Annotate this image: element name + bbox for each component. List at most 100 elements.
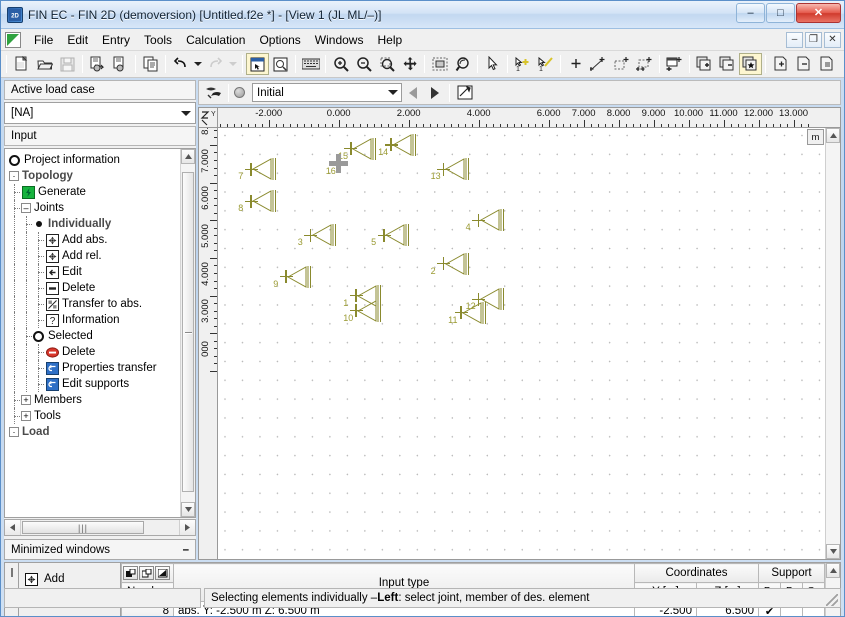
scroll-track-top[interactable]: [181, 164, 195, 172]
stage-select[interactable]: Initial: [252, 83, 402, 102]
tree-item-project-information[interactable]: Project information: [9, 152, 180, 168]
add-member-icon[interactable]: 1: [534, 53, 557, 75]
hscroll-thumb[interactable]: |||: [22, 521, 144, 534]
minimize-button[interactable]: –: [736, 3, 765, 23]
redo-icon[interactable]: [204, 53, 227, 75]
sheet-edit-icon[interactable]: [815, 53, 838, 75]
tree-item-generate[interactable]: Generate: [9, 184, 180, 200]
pointer-icon[interactable]: [481, 53, 504, 75]
multi-point-icon[interactable]: [633, 53, 656, 75]
mdi-minimize-button[interactable]: –: [786, 31, 803, 48]
expand-box-icon[interactable]: ·: [9, 427, 19, 437]
tree-item-tools[interactable]: + Tools: [9, 408, 180, 424]
mdi-restore-button[interactable]: ❐: [805, 31, 822, 48]
table-scroll-up-button[interactable]: [826, 563, 840, 578]
load-case-select[interactable]: [NA]: [4, 102, 196, 124]
next-arrow-icon[interactable]: [424, 83, 446, 103]
select-all-icon[interactable]: [123, 566, 138, 580]
tree-vertical-scrollbar[interactable]: [180, 149, 195, 517]
close-button[interactable]: ✕: [796, 3, 841, 23]
add-button[interactable]: Add: [24, 568, 120, 590]
tree-item-joints[interactable]: – Joints: [9, 200, 180, 216]
tree-item-members[interactable]: + Members: [9, 392, 180, 408]
canvas-scroll-track[interactable]: [826, 143, 840, 544]
scroll-down-button[interactable]: [181, 502, 195, 517]
import-icon[interactable]: [86, 53, 109, 75]
undo-dropdown-icon[interactable]: [192, 53, 204, 75]
menu-entry[interactable]: Entry: [95, 31, 137, 49]
menu-help[interactable]: Help: [370, 31, 409, 49]
expand-box-icon[interactable]: +: [21, 395, 31, 405]
mdi-close-button[interactable]: ✕: [824, 31, 841, 48]
layer-remove-icon[interactable]: [716, 53, 739, 75]
tree-item-load[interactable]: · Load: [9, 424, 180, 440]
canvas-scroll-down-button[interactable]: [826, 544, 840, 559]
tree-item-add-rel[interactable]: Add rel.: [9, 248, 180, 264]
canvas-scroll-up-button[interactable]: [826, 128, 840, 143]
menu-tools[interactable]: Tools: [137, 31, 179, 49]
zoom-window-icon[interactable]: [375, 53, 398, 75]
view-settings-icon[interactable]: [453, 82, 476, 104]
layer-active-icon[interactable]: [739, 53, 762, 75]
expand-box-icon[interactable]: +: [21, 411, 31, 421]
redo-dropdown-icon[interactable]: [227, 53, 239, 75]
new-document-icon[interactable]: [10, 53, 33, 75]
hscroll-left-button[interactable]: [5, 520, 21, 535]
rect-point-icon[interactable]: [610, 53, 633, 75]
resize-grip-icon[interactable]: [826, 594, 838, 606]
minimized-windows-bar[interactable]: Minimized windows –: [4, 539, 196, 560]
minimized-windows-collapse-button[interactable]: –: [183, 544, 189, 556]
preview-icon[interactable]: [269, 53, 292, 75]
zoom-all-icon[interactable]: [428, 53, 451, 75]
tree-item-properties-transfer[interactable]: Properties transfer: [9, 360, 180, 376]
export-icon[interactable]: [109, 53, 132, 75]
tree-item-topology[interactable]: · Topology: [9, 168, 180, 184]
remove-button[interactable]: Remove: [24, 612, 120, 616]
keyboard-input-icon[interactable]: [299, 53, 322, 75]
tree-item-delete[interactable]: Delete: [9, 344, 180, 360]
select-window-icon[interactable]: [246, 53, 269, 75]
render-mode-icon[interactable]: [202, 82, 225, 104]
menu-options[interactable]: Options: [252, 31, 307, 49]
scroll-up-button[interactable]: [181, 149, 195, 164]
collapse-box-icon[interactable]: –: [21, 203, 31, 213]
tree-item-transfer-to-abs[interactable]: Transfer to abs.: [9, 296, 180, 312]
tree-item-add-abs[interactable]: Add abs.: [9, 232, 180, 248]
tree-item-edit-supports[interactable]: Edit supports: [9, 376, 180, 392]
tree-item-individually[interactable]: Individually: [9, 216, 180, 232]
tree-item-selected[interactable]: Selected: [9, 328, 180, 344]
canvas-vertical-scrollbar[interactable]: [825, 128, 840, 559]
prev-arrow-icon[interactable]: [402, 83, 424, 103]
zoom-in-icon[interactable]: [329, 53, 352, 75]
tree-item-delete[interactable]: Delete: [9, 280, 180, 296]
zoom-out-icon[interactable]: [352, 53, 375, 75]
scroll-thumb[interactable]: [182, 172, 194, 492]
panel-drag-handle[interactable]: [11, 568, 13, 577]
menu-edit[interactable]: Edit: [60, 31, 95, 49]
open-folder-icon[interactable]: [33, 53, 56, 75]
undo-icon[interactable]: [169, 53, 192, 75]
snap-icon[interactable]: [663, 53, 686, 75]
tree-horizontal-scrollbar[interactable]: |||: [4, 519, 196, 536]
expand-box-icon[interactable]: ·: [9, 171, 19, 181]
sheet-remove-icon[interactable]: [792, 53, 815, 75]
sheet-add-icon[interactable]: [769, 53, 792, 75]
menu-calculation[interactable]: Calculation: [179, 31, 252, 49]
save-disk-icon[interactable]: [56, 53, 79, 75]
tree-item-edit[interactable]: Edit: [9, 264, 180, 280]
export-table-icon[interactable]: [155, 566, 170, 580]
menu-windows[interactable]: Windows: [308, 31, 371, 49]
scroll-track-bottom[interactable]: [181, 492, 195, 502]
maximize-button[interactable]: □: [766, 3, 795, 23]
copy-rows-icon[interactable]: [139, 566, 154, 580]
tree-item-information[interactable]: ? Information: [9, 312, 180, 328]
menu-file[interactable]: File: [27, 31, 60, 49]
layer-add-icon[interactable]: [693, 53, 716, 75]
add-joint-icon[interactable]: 1: [511, 53, 534, 75]
copy-icon[interactable]: [139, 53, 162, 75]
hscroll-right-button[interactable]: [179, 520, 195, 535]
pan-icon[interactable]: [398, 53, 421, 75]
zoom-previous-icon[interactable]: [451, 53, 474, 75]
line-point-icon[interactable]: [587, 53, 610, 75]
model-canvas[interactable]: m 1 2 3 4 5 7 8 9 10 11 12 13 14 15 16: [218, 128, 825, 559]
